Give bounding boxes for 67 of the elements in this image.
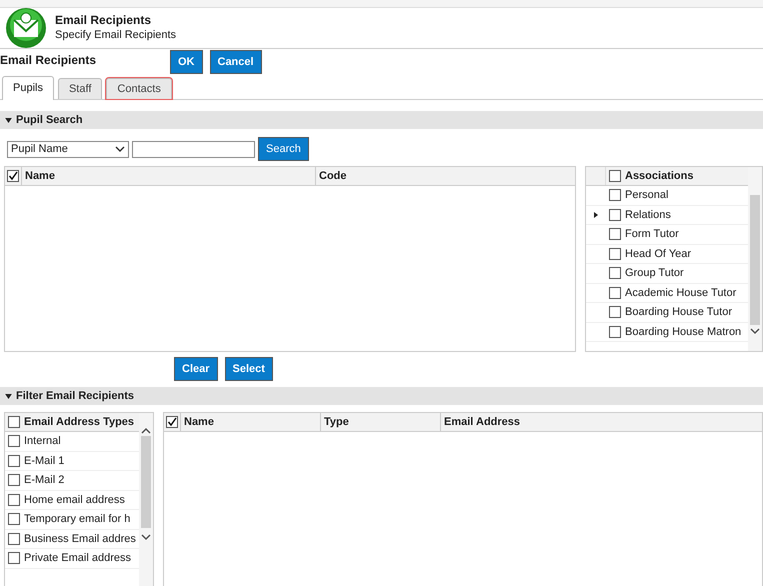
checkbox[interactable] — [609, 267, 621, 280]
search-by-dropdown[interactable]: Pupil Name — [7, 140, 129, 158]
checkbox[interactable] — [8, 513, 20, 526]
ok-button[interactable]: OK — [170, 50, 202, 74]
clear-button[interactable]: Clear — [174, 357, 218, 381]
checkbox[interactable] — [609, 170, 621, 182]
scroll-up-icon[interactable] — [141, 427, 151, 434]
list-item-label: Boarding House Tutor — [625, 305, 732, 320]
column-header[interactable]: Type — [321, 413, 441, 431]
list-item-label: Home email address — [24, 492, 125, 508]
page-title: Email Recipients — [0, 52, 98, 69]
tab[interactable]: Staff — [58, 78, 102, 99]
search-button[interactable]: Search — [258, 137, 309, 161]
checkbox[interactable] — [8, 474, 20, 486]
checkbox[interactable] — [609, 286, 621, 299]
list-item-label: Academic House Tutor — [625, 286, 736, 300]
checkbox[interactable] — [8, 532, 20, 545]
checkbox[interactable] — [609, 306, 621, 318]
checkbox[interactable] — [609, 208, 621, 221]
scroll-down-icon[interactable] — [141, 534, 151, 541]
list-item-label: Temporary email for h — [24, 512, 130, 527]
scrollbar-thumb[interactable] — [141, 436, 151, 528]
list-item-label: Boarding House Matron — [625, 324, 742, 340]
list-item-label: Internal — [24, 434, 61, 449]
checkbox[interactable] — [8, 416, 20, 428]
dropdown-value: Pupil Name — [11, 142, 68, 157]
list-item-label: Form Tutor — [625, 227, 679, 242]
list-item-label: Group Tutor — [625, 266, 684, 281]
checkbox[interactable] — [8, 494, 20, 506]
scroll-down-icon[interactable] — [750, 328, 760, 335]
tab[interactable]: Pupils — [2, 76, 54, 100]
checkbox[interactable] — [8, 552, 20, 564]
expand-triangle-icon[interactable] — [594, 212, 598, 218]
chevron-down-icon — [115, 146, 125, 152]
section-header[interactable]: Filter Email Recipients — [0, 387, 763, 405]
checkbox[interactable] — [609, 189, 621, 202]
section-title: Filter Email Recipients — [16, 388, 134, 404]
section-title: Pupil Search — [16, 112, 83, 128]
collapse-triangle-icon[interactable] — [5, 394, 12, 398]
select-button[interactable]: Select — [224, 357, 273, 381]
checked-checkbox[interactable] — [166, 416, 178, 428]
checkbox[interactable] — [8, 454, 20, 467]
checkbox[interactable] — [609, 248, 621, 260]
list-item-label: Relations — [625, 208, 671, 222]
scrollbar-thumb[interactable] — [750, 195, 760, 325]
collapse-triangle-icon[interactable] — [5, 118, 12, 122]
column-header[interactable]: Code — [316, 167, 575, 185]
checkbox[interactable] — [609, 228, 621, 240]
column-header[interactable]: Email Address — [441, 413, 762, 431]
list-item-label: Head Of Year — [625, 246, 692, 262]
section-header[interactable]: Pupil Search — [0, 111, 763, 129]
checked-checkbox[interactable] — [7, 170, 19, 182]
list-item-label: Private Email address — [24, 551, 131, 566]
column-header[interactable]: Name — [181, 413, 321, 431]
column-header[interactable]: Name — [22, 167, 316, 185]
list-item-label: E-Mail 2 — [24, 473, 64, 488]
checkbox[interactable] — [8, 435, 20, 448]
list-item-label: E-Mail 1 — [24, 454, 64, 468]
checkbox[interactable] — [609, 326, 621, 338]
tab[interactable]: Contacts — [106, 78, 172, 99]
search-field[interactable] — [132, 140, 255, 158]
list-item-label: Personal — [625, 188, 668, 203]
list-item-label: Business Email addres — [24, 532, 136, 546]
cancel-button[interactable]: Cancel — [210, 50, 262, 74]
window-title: Email Recipients — [55, 13, 152, 28]
window-subtitle: Specify Email Recipients — [55, 28, 176, 43]
email-logo-icon — [5, 7, 47, 49]
